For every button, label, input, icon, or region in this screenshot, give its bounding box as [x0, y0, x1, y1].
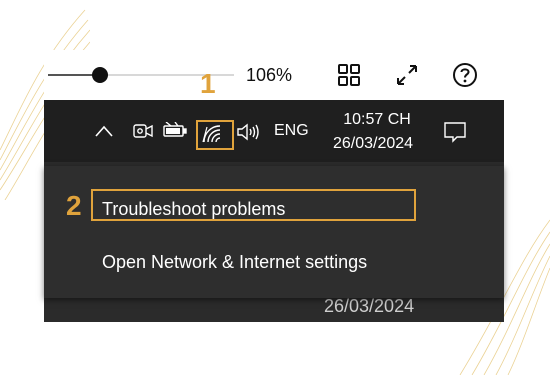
zoom-slider-thumb[interactable] [92, 67, 109, 83]
chevron-up-icon[interactable] [94, 124, 114, 138]
camera-icon[interactable] [132, 120, 154, 142]
clock-date[interactable]: 26/03/2024 [326, 135, 420, 153]
zoom-level-label: 106% [246, 65, 293, 85]
clock-time[interactable]: 10:57 CH [336, 111, 418, 129]
step-marker-1: 1 [200, 68, 216, 99]
notification-icon[interactable] [442, 120, 468, 144]
step-marker-2: 2 [66, 190, 82, 221]
viewer-toolbar: 106% [44, 50, 504, 100]
help-icon[interactable] [452, 62, 478, 88]
taskbar: ENG 10:57 CH 26/03/2024 [44, 100, 504, 162]
wifi-icon-highlight [196, 120, 234, 150]
fullscreen-icon[interactable] [394, 62, 420, 88]
battery-icon[interactable] [162, 122, 188, 140]
menu-item-open-network-settings[interactable]: Open Network & Internet settings [102, 252, 367, 273]
menu-item-troubleshoot-problems[interactable]: Troubleshoot problems [102, 199, 285, 220]
background-date: 26/03/2024 [324, 296, 415, 316]
language-indicator[interactable]: ENG [274, 122, 309, 140]
network-context-menu: Troubleshoot problems Open Network & Int… [44, 166, 504, 298]
volume-icon[interactable] [236, 122, 262, 142]
grid-view-icon[interactable] [336, 62, 362, 88]
